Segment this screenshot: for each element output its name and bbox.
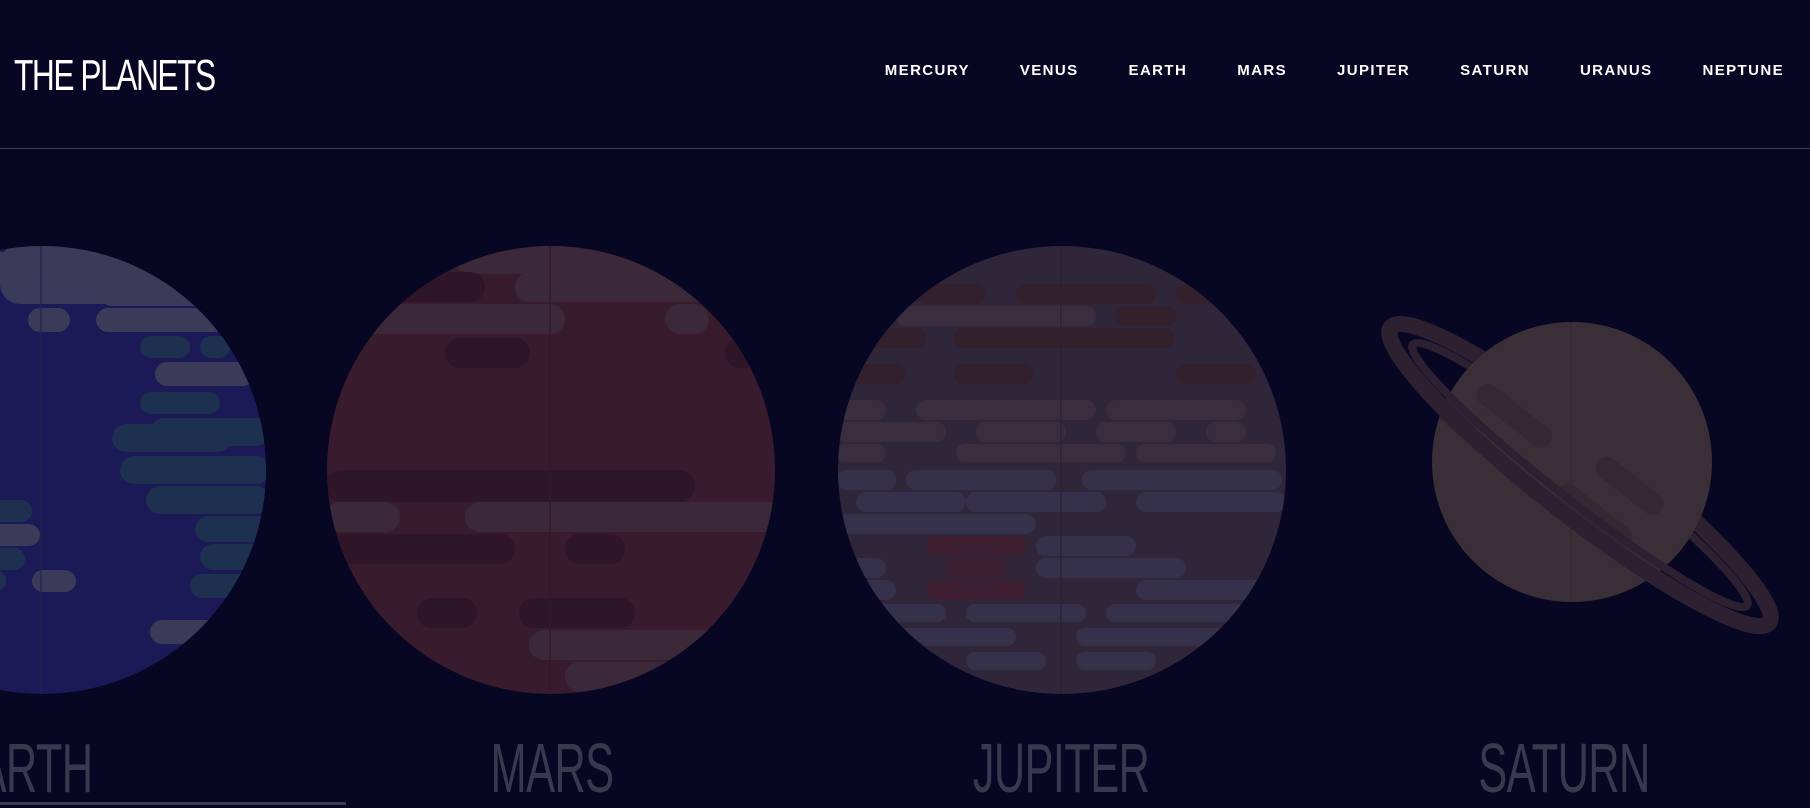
earth-planet-illustration[interactable] bbox=[0, 244, 270, 696]
nav-item-neptune[interactable]: NEPTUNE bbox=[1703, 62, 1784, 79]
nav-item-earth[interactable]: EARTH bbox=[1129, 62, 1188, 79]
nav-item-mercury[interactable]: MERCURY bbox=[885, 62, 970, 79]
site-header: THE PLANETS MERCURY VENUS EARTH MARS JUP… bbox=[0, 0, 1810, 149]
nav-item-venus[interactable]: VENUS bbox=[1020, 62, 1079, 79]
planet-nav: MERCURY VENUS EARTH MARS JUPITER SATURN … bbox=[835, 62, 1784, 79]
nav-item-mars[interactable]: MARS bbox=[1237, 62, 1287, 79]
planet-name-mars: MARS bbox=[490, 729, 615, 807]
nav-item-uranus[interactable]: URANUS bbox=[1580, 62, 1653, 79]
planet-name-earth: ARTH bbox=[0, 729, 93, 807]
saturn-planet-illustration[interactable] bbox=[1370, 265, 1790, 685]
nav-item-jupiter[interactable]: JUPITER bbox=[1337, 62, 1410, 79]
planet-carousel: ARTH MARS JUPITER SATURN bbox=[0, 150, 1810, 807]
jupiter-planet-illustration[interactable] bbox=[836, 244, 1288, 696]
nav-item-saturn[interactable]: SATURN bbox=[1460, 62, 1530, 79]
mars-planet-illustration[interactable] bbox=[325, 244, 777, 696]
site-logo[interactable]: THE PLANETS bbox=[14, 50, 216, 102]
planet-name-saturn: SATURN bbox=[1478, 729, 1650, 807]
planet-name-jupiter: JUPITER bbox=[972, 729, 1150, 807]
